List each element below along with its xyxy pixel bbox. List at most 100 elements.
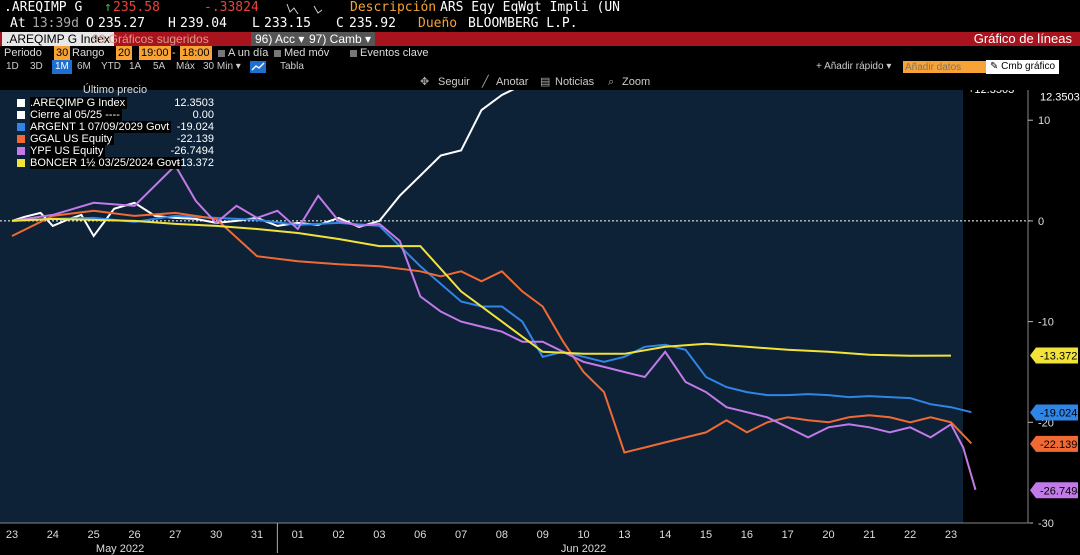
legend-item-ggal[interactable]: GGAL US Equity -22.139 (8, 133, 214, 145)
follow-button[interactable]: Seguir (438, 74, 470, 90)
last-price: 235.58 (113, 0, 160, 15)
range-5a[interactable]: 5A (153, 60, 165, 74)
key-events-label: Eventos clave (360, 47, 429, 59)
end-label-text: -26.7494 (1040, 485, 1080, 497)
params-row: Periodo 30 Rango 20 19:00 - 18:00 A un d… (4, 46, 429, 60)
y-tick-label: -30 (1038, 518, 1054, 530)
legend-swatch (17, 123, 25, 131)
close-label: C (336, 16, 344, 31)
period-input[interactable]: 30 (54, 46, 70, 60)
annotate-button[interactable]: Anotar (496, 74, 528, 90)
frequency-select[interactable]: 30 Min ▾ (203, 60, 241, 74)
time-from-input[interactable]: 19:00 (139, 46, 171, 60)
range-max[interactable]: Máx (176, 60, 195, 74)
suggested-charts-link[interactable]: 99 Gráficos sugeridos (92, 32, 209, 46)
header-row-2: At 13:39d O 235.27 H 239.04 L 233.15 C 2… (0, 16, 1080, 32)
legend-name: ARGENT 1 07/09/2029 Govt (30, 121, 172, 133)
x-tick-label: 16 (741, 529, 753, 541)
owner-value: BLOOMBERG L.P. (468, 16, 578, 31)
header-row-1: .AREQIMP G ↑ 235.58 -.33824 Descripción … (0, 0, 1080, 16)
y-tick-label: 0 (1038, 216, 1044, 228)
mini-sparkline-icon (286, 3, 323, 15)
range-1a[interactable]: 1A (129, 60, 141, 74)
chart-type-title: Gráfico de líneas (973, 31, 1072, 46)
legend-name: YPF US Equity (30, 145, 106, 157)
x-tick-label: 30 (210, 529, 222, 541)
line-chart-icon[interactable] (250, 61, 266, 73)
annotation-value: +12.3503 (968, 90, 1014, 96)
legend-item-argent[interactable]: ARGENT 1 07/09/2029 Govt -19.024 (8, 121, 214, 133)
key-events-checkbox[interactable] (350, 50, 357, 57)
zoom-button[interactable]: Zoom (622, 74, 650, 90)
end-label-text: 12.3503 (1040, 92, 1080, 104)
net-change: -.33824 (204, 0, 259, 15)
x-tick-label: 21 (863, 529, 875, 541)
legend: Último precio .AREQIMP G Index 12.3503 C… (8, 84, 214, 169)
range-input[interactable]: 20 (116, 46, 132, 60)
end-label-text: -13.372 (1040, 351, 1077, 363)
up-arrow-icon: ↑ (104, 0, 112, 15)
x-tick-label: 23 (6, 529, 18, 541)
legend-item-ypf[interactable]: YPF US Equity -26.7494 (8, 145, 214, 157)
x-tick-label: 14 (659, 529, 671, 541)
low-value: 233.15 (264, 16, 311, 31)
legend-name: Cierre al 05/25 ---- (30, 109, 122, 121)
legend-name: BONCER 1½ 03/25/2024 Govt (30, 157, 182, 169)
legend-item-index[interactable]: .AREQIMP G Index 12.3503 (8, 97, 214, 109)
x-tick-label: 22 (904, 529, 916, 541)
mov-avg-checkbox[interactable] (274, 50, 281, 57)
x-tick-label: 10 (577, 529, 589, 541)
crosshair-icon: ✥ (420, 76, 430, 88)
edit-chart-button[interactable]: ✎ Cmb gráfico (986, 60, 1060, 74)
one-day-label: A un día (228, 47, 269, 59)
x-tick-label: 27 (169, 529, 181, 541)
x-tick-label: 01 (292, 529, 304, 541)
x-tick-label: 15 (700, 529, 712, 541)
legend-value: 0.00 (192, 109, 214, 121)
x-tick-label: 13 (618, 529, 630, 541)
add-data-input[interactable] (903, 61, 987, 73)
table-button[interactable]: Tabla (280, 60, 304, 74)
range-6m[interactable]: 6M (77, 60, 91, 74)
change-menu[interactable]: 97) Camb ▾ (305, 32, 376, 46)
pencil-icon: ╱ (482, 76, 489, 88)
legend-item-close[interactable]: Cierre al 05/25 ---- 0.00 (8, 109, 214, 121)
news-button[interactable]: Noticias (555, 74, 594, 90)
range-ytd[interactable]: YTD (101, 60, 121, 74)
open-value: 235.27 (98, 16, 145, 31)
range-row: 1D 3D 1M 6M YTD 1A 5A Máx 30 Min ▾ Tabla… (0, 60, 1080, 74)
x-tick-label: 20 (822, 529, 834, 541)
actions-menu[interactable]: 96) Acc ▾ (251, 32, 309, 46)
legend-value: -19.024 (176, 121, 214, 133)
x-tick-label: 23 (945, 529, 957, 541)
legend-value: -22.139 (176, 133, 214, 145)
range-3d[interactable]: 3D (30, 60, 43, 74)
zoom-icon: ⌕ (608, 76, 615, 88)
news-icon: ▤ (540, 76, 551, 88)
legend-name: GGAL US Equity (30, 133, 115, 145)
x-tick-label: 17 (782, 529, 794, 541)
legend-swatch (17, 99, 25, 107)
legend-swatch (17, 147, 25, 155)
legend-value: -13.372 (176, 157, 214, 169)
legend-swatch (17, 159, 25, 167)
legend-title: Último precio (82, 84, 148, 96)
ticker: .AREQIMP G (4, 0, 83, 15)
range-label: Rango (72, 47, 105, 59)
end-label-text: -22.139 (1040, 439, 1077, 451)
title-bar: .AREQIMP G Index 99 Gráficos sugeridos 9… (0, 32, 1080, 46)
range-1d[interactable]: 1D (6, 60, 19, 74)
quick-add-button[interactable]: + Añadir rápido ▾ (816, 60, 891, 74)
legend-name: .AREQIMP G Index (30, 97, 128, 109)
range-1m[interactable]: 1M (52, 60, 72, 74)
low-label: L (252, 16, 260, 31)
y-tick-label: 10 (1038, 115, 1050, 127)
month-label-may: May 2022 (96, 543, 144, 555)
one-day-checkbox[interactable] (218, 50, 225, 57)
legend-value: -26.7494 (170, 145, 214, 157)
x-tick-label: 03 (373, 529, 385, 541)
legend-item-boncer[interactable]: BONCER 1½ 03/25/2024 Govt -13.372 (8, 157, 214, 169)
legend-swatch (17, 135, 25, 143)
time-to-input[interactable]: 18:00 (180, 46, 212, 60)
open-label: O (86, 16, 94, 31)
